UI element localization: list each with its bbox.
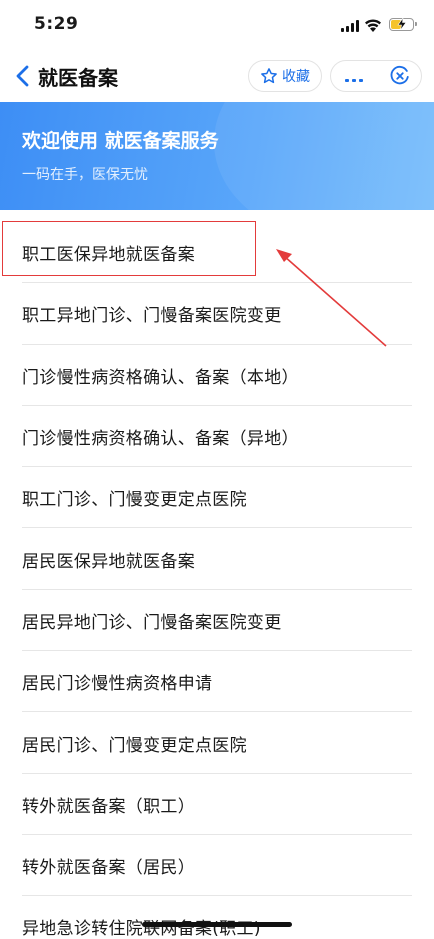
list-item[interactable]: 转外就医备案（居民） bbox=[0, 835, 434, 897]
status-bar: 5:29 bbox=[0, 0, 434, 50]
list-item[interactable]: 门诊慢性病资格确认、备案（本地） bbox=[0, 345, 434, 407]
welcome-banner: 欢迎使用 就医备案服务 一码在手，医保无忧 bbox=[0, 102, 434, 210]
list-item[interactable]: 异地急诊转住院联网备案(职工) bbox=[0, 896, 434, 939]
list-item-label: 居民门诊慢性病资格申请 bbox=[22, 674, 213, 695]
more-dots-icon bbox=[344, 67, 365, 86]
close-button[interactable] bbox=[377, 61, 423, 91]
list-item[interactable]: 居民异地门诊、门慢备案医院变更 bbox=[0, 590, 434, 652]
list-item-label: 职工医保异地就医备案 bbox=[22, 245, 195, 266]
list-item-label: 转外就医备案（居民） bbox=[22, 858, 195, 879]
list-item[interactable]: 职工异地门诊、门慢备案医院变更 bbox=[0, 283, 434, 345]
list-item-label: 职工门诊、门慢变更定点医院 bbox=[22, 490, 247, 511]
list-item[interactable]: 居民门诊慢性病资格申请 bbox=[0, 651, 434, 713]
list-item[interactable]: 职工医保异地就医备案 bbox=[0, 222, 434, 284]
list-item[interactable]: 职工门诊、门慢变更定点医院 bbox=[0, 467, 434, 529]
banner-subtitle: 一码在手，医保无忧 bbox=[22, 167, 148, 183]
charging-bolt-icon bbox=[397, 18, 407, 30]
list-item-label: 门诊慢性病资格确认、备案（异地） bbox=[22, 429, 299, 450]
nav-bar: 就医备案 收藏 bbox=[0, 50, 434, 102]
list-item-label: 居民门诊、门慢变更定点医院 bbox=[22, 735, 247, 756]
banner-title: 欢迎使用 就医备案服务 bbox=[22, 130, 219, 152]
list-item[interactable]: 居民医保异地就医备案 bbox=[0, 528, 434, 591]
battery-icon bbox=[389, 18, 417, 31]
list-item-label: 转外就医备案（职工） bbox=[22, 796, 195, 817]
list-item-label: 居民异地门诊、门慢备案医院变更 bbox=[22, 612, 282, 633]
cellular-signal-icon bbox=[341, 20, 359, 32]
favorite-label: 收藏 bbox=[282, 69, 310, 85]
home-indicator bbox=[142, 922, 292, 927]
list-item-label: 居民医保异地就医备案 bbox=[22, 551, 195, 572]
list-item[interactable]: 转外就医备案（职工） bbox=[0, 774, 434, 836]
page-title: 就医备案 bbox=[38, 66, 118, 90]
list-item-label: 门诊慢性病资格确认、备案（本地） bbox=[22, 367, 299, 388]
star-outline-icon bbox=[261, 68, 277, 84]
list-item-label: 职工异地门诊、门慢备案医院变更 bbox=[22, 306, 282, 327]
wifi-icon bbox=[365, 19, 381, 32]
chevron-left-icon[interactable] bbox=[14, 64, 32, 88]
close-circle-icon bbox=[390, 65, 409, 85]
service-list: 职工医保异地就医备案 职工异地门诊、门慢备案医院变更 门诊慢性病资格确认、备案（… bbox=[0, 222, 434, 939]
status-time: 5:29 bbox=[34, 14, 79, 34]
list-item[interactable]: 居民门诊、门慢变更定点医院 bbox=[0, 712, 434, 774]
favorite-button[interactable]: 收藏 bbox=[248, 60, 322, 92]
list-item[interactable]: 门诊慢性病资格确认、备案（异地） bbox=[0, 406, 434, 468]
more-button[interactable] bbox=[331, 61, 377, 91]
capsule-menu bbox=[330, 60, 422, 92]
